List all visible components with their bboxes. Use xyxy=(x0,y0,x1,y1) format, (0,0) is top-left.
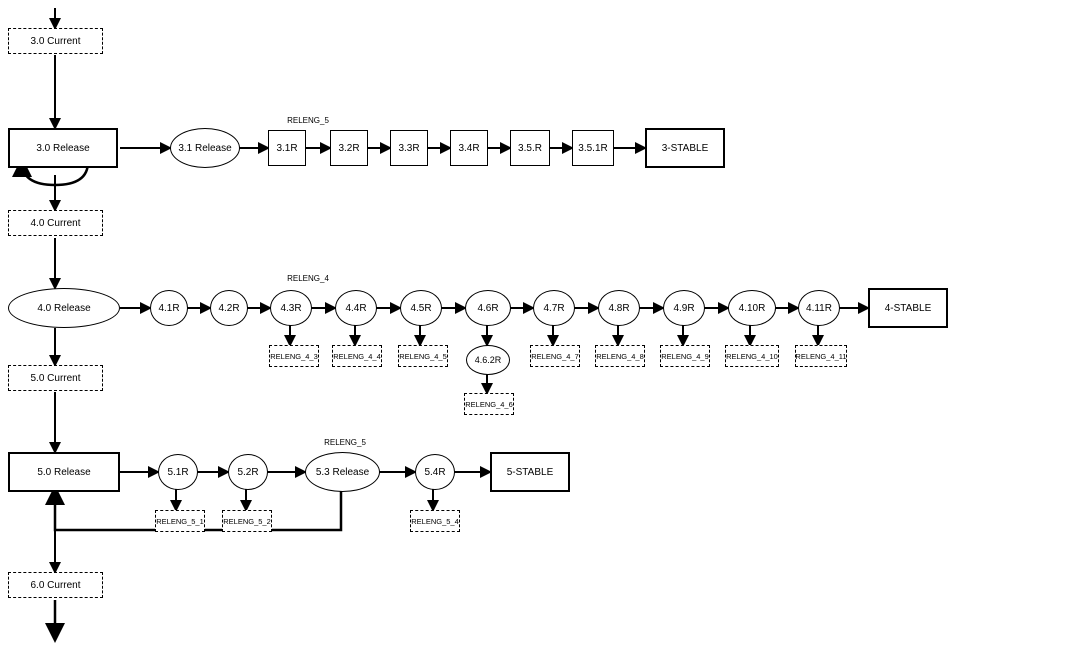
node-46r: 4.6R xyxy=(465,290,511,326)
label-releng4: RELENG_4 xyxy=(268,270,348,286)
node-351r: 3.5.1R xyxy=(572,130,614,166)
node-42r: 4.2R xyxy=(210,290,248,326)
node-releng49: RELENG_4_9 xyxy=(660,345,710,367)
node-releng410: RELENG_4_10 xyxy=(725,345,779,367)
label-releng5-row3: RELENG_5 xyxy=(305,434,385,450)
node-410r: 4.10R xyxy=(728,290,776,326)
node-releng54: RELENG_5_4 xyxy=(410,510,460,532)
node-32r: 3.2R xyxy=(330,130,368,166)
node-54r: 5.4R xyxy=(415,454,455,490)
diagram: 3.0 Current 3.0 Release 3.1 Release RELE… xyxy=(0,0,1080,651)
node-releng48: RELENG_4_8 xyxy=(595,345,645,367)
node-4-stable: 4-STABLE xyxy=(868,288,948,328)
node-411r: 4.11R xyxy=(798,290,840,326)
node-5-stable: 5-STABLE xyxy=(490,452,570,492)
node-3-stable: 3-STABLE xyxy=(645,128,725,168)
node-43r: 4.3R xyxy=(270,290,312,326)
node-51r: 5.1R xyxy=(158,454,198,490)
node-41r: 4.1R xyxy=(150,290,188,326)
node-40-current: 4.0 Current xyxy=(8,210,103,236)
node-releng411: RELENG_4_11 xyxy=(795,345,847,367)
node-releng52: RELENG_5_2 xyxy=(222,510,272,532)
node-33r: 3.3R xyxy=(390,130,428,166)
node-35r: 3.5.R xyxy=(510,130,550,166)
node-31r: 3.1R xyxy=(268,130,306,166)
node-48r: 4.8R xyxy=(598,290,640,326)
node-53-release: 5.3 Release xyxy=(305,452,380,492)
node-releng51: RELENG_5_1 xyxy=(155,510,205,532)
node-462r: 4.6.2R xyxy=(466,345,510,375)
node-releng45: RELENG_4_5 xyxy=(398,345,448,367)
node-40-release: 4.0 Release xyxy=(8,288,120,328)
node-30-current: 3.0 Current xyxy=(8,28,103,54)
node-45r: 4.5R xyxy=(400,290,442,326)
node-releng43: RELENG_4_3 xyxy=(269,345,319,367)
node-releng46: RELENG_4_6 xyxy=(464,393,514,415)
node-31-release: 3.1 Release xyxy=(170,128,240,168)
node-releng44: RELENG_4_4 xyxy=(332,345,382,367)
node-34r: 3.4R xyxy=(450,130,488,166)
node-52r: 5.2R xyxy=(228,454,268,490)
node-60-current: 6.0 Current xyxy=(8,572,103,598)
node-30-release: 3.0 Release xyxy=(8,128,118,168)
label-releng5-row1: RELENG_5 xyxy=(268,112,348,128)
node-47r: 4.7R xyxy=(533,290,575,326)
node-44r: 4.4R xyxy=(335,290,377,326)
node-50-release: 5.0 Release xyxy=(8,452,120,492)
node-49r: 4.9R xyxy=(663,290,705,326)
node-releng47: RELENG_4_7 xyxy=(530,345,580,367)
node-50-current: 5.0 Current xyxy=(8,365,103,391)
